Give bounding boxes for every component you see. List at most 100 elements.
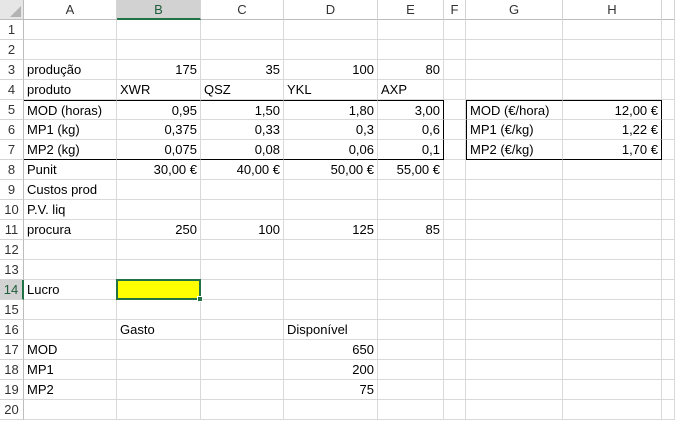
cell-f6[interactable] bbox=[444, 120, 466, 140]
cell-b15[interactable] bbox=[117, 300, 201, 320]
cell-partial-12[interactable] bbox=[662, 240, 675, 260]
cell-partial-5[interactable] bbox=[662, 100, 675, 120]
cell-a2[interactable] bbox=[24, 40, 117, 60]
cell-a5[interactable]: MOD (horas) bbox=[24, 100, 117, 120]
cell-g19[interactable] bbox=[466, 380, 563, 400]
cell-c9[interactable] bbox=[201, 180, 284, 200]
cell-a15[interactable] bbox=[24, 300, 117, 320]
row-header-2[interactable]: 2 bbox=[0, 40, 24, 60]
cell-f7[interactable] bbox=[444, 140, 466, 160]
cell-d15[interactable] bbox=[284, 300, 378, 320]
cell-h20[interactable] bbox=[563, 400, 662, 420]
cell-b16[interactable]: Gasto bbox=[117, 320, 201, 340]
cell-d8[interactable]: 50,00 € bbox=[284, 160, 378, 180]
row-header-15[interactable]: 15 bbox=[0, 300, 24, 320]
cell-g4[interactable] bbox=[466, 80, 563, 100]
select-all-corner[interactable] bbox=[0, 0, 24, 20]
row-header-4[interactable]: 4 bbox=[0, 80, 24, 100]
row-header-11[interactable]: 11 bbox=[0, 220, 24, 240]
cell-e17[interactable] bbox=[378, 340, 444, 360]
cell-f5[interactable] bbox=[444, 100, 466, 120]
column-header-g[interactable]: G bbox=[466, 0, 563, 20]
cell-b3[interactable]: 175 bbox=[117, 60, 201, 80]
cell-e16[interactable] bbox=[378, 320, 444, 340]
cell-c19[interactable] bbox=[201, 380, 284, 400]
column-header-e[interactable]: E bbox=[378, 0, 444, 20]
cell-h11[interactable] bbox=[563, 220, 662, 240]
cell-e2[interactable] bbox=[378, 40, 444, 60]
column-header-f[interactable]: F bbox=[444, 0, 466, 20]
cell-a7[interactable]: MP2 (kg) bbox=[24, 140, 117, 160]
row-header-6[interactable]: 6 bbox=[0, 120, 24, 140]
cell-g12[interactable] bbox=[466, 240, 563, 260]
cell-partial-1[interactable] bbox=[662, 20, 675, 40]
cell-f13[interactable] bbox=[444, 260, 466, 280]
cell-f4[interactable] bbox=[444, 80, 466, 100]
cell-e6[interactable]: 0,6 bbox=[378, 120, 444, 140]
cell-c1[interactable] bbox=[201, 20, 284, 40]
cell-h12[interactable] bbox=[563, 240, 662, 260]
cell-d19[interactable]: 75 bbox=[284, 380, 378, 400]
cell-h16[interactable] bbox=[563, 320, 662, 340]
cell-a17[interactable]: MOD bbox=[24, 340, 117, 360]
column-header-partial[interactable] bbox=[662, 0, 675, 20]
cell-c10[interactable] bbox=[201, 200, 284, 220]
cell-d18[interactable]: 200 bbox=[284, 360, 378, 380]
cell-c7[interactable]: 0,08 bbox=[201, 140, 284, 160]
cell-d12[interactable] bbox=[284, 240, 378, 260]
cell-a6[interactable]: MP1 (kg) bbox=[24, 120, 117, 140]
cell-c13[interactable] bbox=[201, 260, 284, 280]
cell-d13[interactable] bbox=[284, 260, 378, 280]
cell-g9[interactable] bbox=[466, 180, 563, 200]
cell-c18[interactable] bbox=[201, 360, 284, 380]
cell-h14[interactable] bbox=[563, 280, 662, 300]
cell-c17[interactable] bbox=[201, 340, 284, 360]
cell-partial-3[interactable] bbox=[662, 60, 675, 80]
cell-c3[interactable]: 35 bbox=[201, 60, 284, 80]
cell-h19[interactable] bbox=[563, 380, 662, 400]
cell-d10[interactable] bbox=[284, 200, 378, 220]
cell-d16[interactable]: Disponível bbox=[284, 320, 378, 340]
cell-b8[interactable]: 30,00 € bbox=[117, 160, 201, 180]
cell-b1[interactable] bbox=[117, 20, 201, 40]
cell-partial-6[interactable] bbox=[662, 120, 675, 140]
cell-b2[interactable] bbox=[117, 40, 201, 60]
cell-h7[interactable]: 1,70 € bbox=[563, 140, 662, 160]
cell-d5[interactable]: 1,80 bbox=[284, 100, 378, 120]
cell-g20[interactable] bbox=[466, 400, 563, 420]
cell-g6[interactable]: MP1 (€/kg) bbox=[466, 120, 563, 140]
cell-c20[interactable] bbox=[201, 400, 284, 420]
row-header-18[interactable]: 18 bbox=[0, 360, 24, 380]
cell-a13[interactable] bbox=[24, 260, 117, 280]
cell-g7[interactable]: MP2 (€/kg) bbox=[466, 140, 563, 160]
row-header-14[interactable]: 14 bbox=[0, 280, 24, 300]
cell-partial-14[interactable] bbox=[662, 280, 675, 300]
cell-b9[interactable] bbox=[117, 180, 201, 200]
cell-partial-10[interactable] bbox=[662, 200, 675, 220]
cell-d7[interactable]: 0,06 bbox=[284, 140, 378, 160]
column-header-c[interactable]: C bbox=[201, 0, 284, 20]
cell-d1[interactable] bbox=[284, 20, 378, 40]
cell-e11[interactable]: 85 bbox=[378, 220, 444, 240]
cell-b19[interactable] bbox=[117, 380, 201, 400]
cell-h15[interactable] bbox=[563, 300, 662, 320]
cell-d4[interactable]: YKL bbox=[284, 80, 378, 100]
cell-e5[interactable]: 3,00 bbox=[378, 100, 444, 120]
cell-d6[interactable]: 0,3 bbox=[284, 120, 378, 140]
cell-e19[interactable] bbox=[378, 380, 444, 400]
cell-a8[interactable]: Punit bbox=[24, 160, 117, 180]
row-header-12[interactable]: 12 bbox=[0, 240, 24, 260]
column-header-a[interactable]: A bbox=[24, 0, 117, 20]
cell-partial-11[interactable] bbox=[662, 220, 675, 240]
cell-c6[interactable]: 0,33 bbox=[201, 120, 284, 140]
row-header-1[interactable]: 1 bbox=[0, 20, 24, 40]
cell-d9[interactable] bbox=[284, 180, 378, 200]
row-header-13[interactable]: 13 bbox=[0, 260, 24, 280]
cell-h17[interactable] bbox=[563, 340, 662, 360]
row-header-16[interactable]: 16 bbox=[0, 320, 24, 340]
cell-b12[interactable] bbox=[117, 240, 201, 260]
cell-b13[interactable] bbox=[117, 260, 201, 280]
cell-e9[interactable] bbox=[378, 180, 444, 200]
cell-b20[interactable] bbox=[117, 400, 201, 420]
cell-e13[interactable] bbox=[378, 260, 444, 280]
